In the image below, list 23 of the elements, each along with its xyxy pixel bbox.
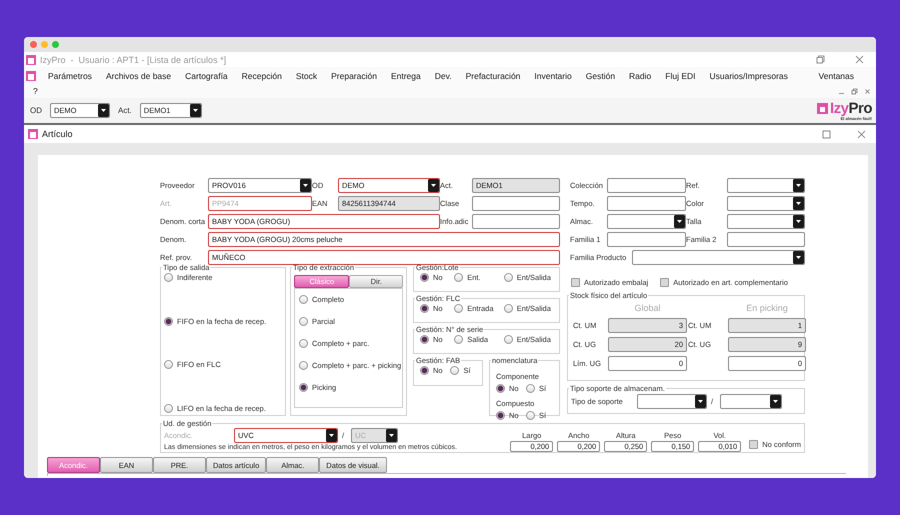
toolbar-label: OD: [30, 106, 42, 115]
menu-item[interactable]: Dev.: [434, 70, 452, 80]
column-header: En picking: [745, 303, 789, 315]
menu-item[interactable]: Parámetros: [48, 70, 92, 80]
logo-text: IzyPro: [830, 100, 872, 116]
menu-item[interactable]: Prefacturación: [466, 70, 520, 80]
menu-item[interactable]: Recepción: [242, 70, 282, 80]
menu-item[interactable]: Preparación: [331, 70, 377, 80]
menu-item[interactable]: Stock: [296, 70, 318, 80]
menu-item[interactable]: Archivos de base: [106, 70, 172, 80]
menu-item[interactable]: Entrega: [390, 70, 421, 80]
column-header: Global: [633, 303, 662, 315]
menu-item[interactable]: Inventario: [534, 70, 572, 80]
menu-item[interactable]: Usuarios/Impresoras: [710, 70, 788, 80]
menu-item[interactable]: ?: [33, 86, 38, 96]
window-title: IzyPro - Usuario : APT1 - [Lista de artículos *]: [40, 54, 228, 64]
menu-item[interactable]: Gestión: [586, 70, 616, 80]
menu-item[interactable]: Ventanas: [818, 70, 854, 80]
menu-item[interactable]: Cartografía: [185, 70, 228, 80]
window-title: Artículo: [42, 129, 74, 139]
menu-item[interactable]: Fluj EDI: [665, 70, 696, 80]
toolbar-label: Act.: [118, 106, 132, 115]
menu-item[interactable]: Radio: [629, 70, 652, 80]
